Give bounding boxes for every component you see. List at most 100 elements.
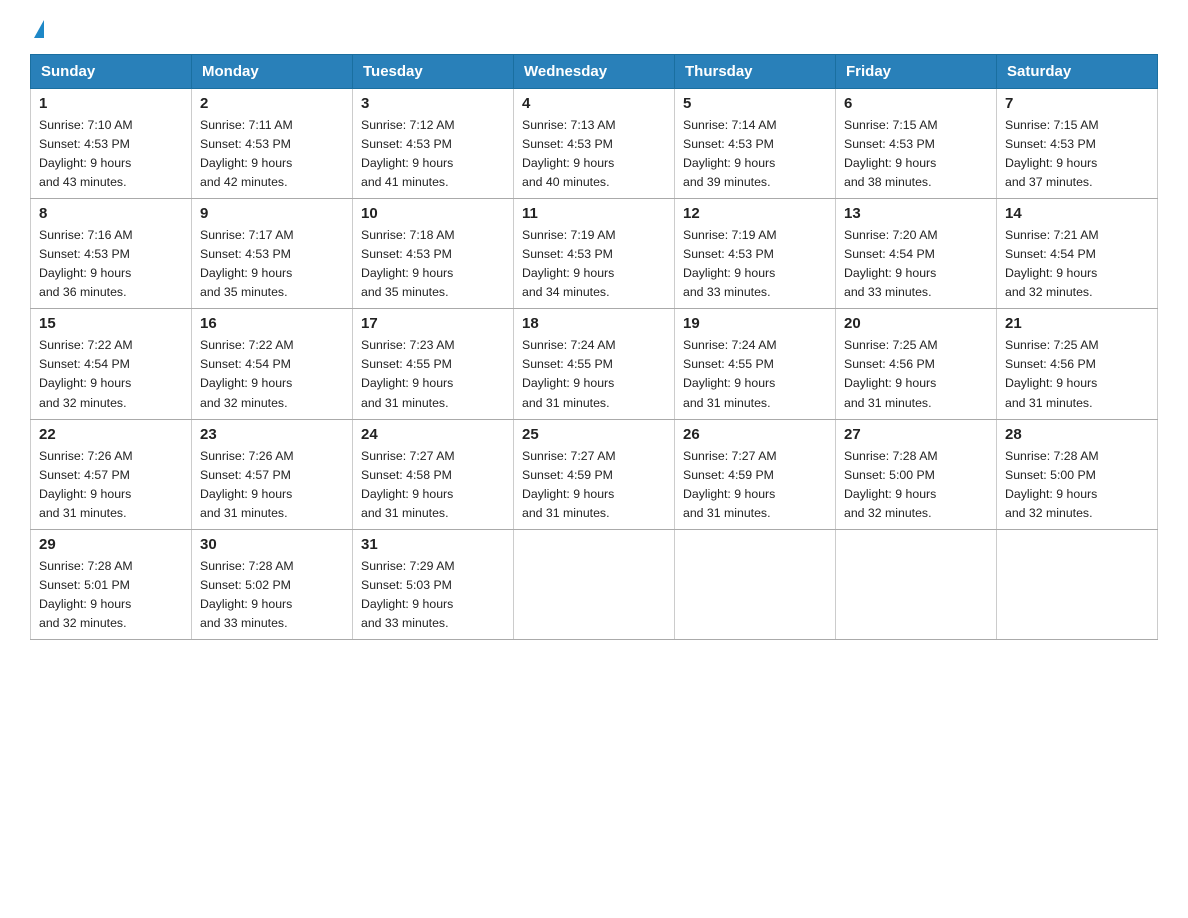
day-number: 1	[39, 95, 183, 112]
day-info: Sunrise: 7:25 AMSunset: 4:56 PMDaylight:…	[844, 338, 938, 409]
day-number: 4	[522, 95, 666, 112]
day-info: Sunrise: 7:25 AMSunset: 4:56 PMDaylight:…	[1005, 338, 1099, 409]
day-info: Sunrise: 7:10 AMSunset: 4:53 PMDaylight:…	[39, 118, 133, 189]
day-info: Sunrise: 7:17 AMSunset: 4:53 PMDaylight:…	[200, 228, 294, 299]
day-of-week-header: Sunday	[31, 55, 192, 89]
day-info: Sunrise: 7:11 AMSunset: 4:53 PMDaylight:…	[200, 118, 293, 189]
day-info: Sunrise: 7:28 AMSunset: 5:00 PMDaylight:…	[844, 449, 938, 520]
calendar-day-cell	[836, 529, 997, 639]
day-info: Sunrise: 7:27 AMSunset: 4:58 PMDaylight:…	[361, 449, 455, 520]
day-info: Sunrise: 7:18 AMSunset: 4:53 PMDaylight:…	[361, 228, 455, 299]
calendar-day-cell: 28 Sunrise: 7:28 AMSunset: 5:00 PMDaylig…	[997, 419, 1158, 529]
calendar-day-cell: 10 Sunrise: 7:18 AMSunset: 4:53 PMDaylig…	[353, 199, 514, 309]
day-info: Sunrise: 7:14 AMSunset: 4:53 PMDaylight:…	[683, 118, 777, 189]
calendar-day-cell: 3 Sunrise: 7:12 AMSunset: 4:53 PMDayligh…	[353, 89, 514, 199]
calendar-day-cell: 9 Sunrise: 7:17 AMSunset: 4:53 PMDayligh…	[192, 199, 353, 309]
day-number: 23	[200, 426, 344, 443]
day-number: 25	[522, 426, 666, 443]
day-info: Sunrise: 7:28 AMSunset: 5:00 PMDaylight:…	[1005, 449, 1099, 520]
day-info: Sunrise: 7:26 AMSunset: 4:57 PMDaylight:…	[200, 449, 294, 520]
day-of-week-header: Friday	[836, 55, 997, 89]
calendar-day-cell: 2 Sunrise: 7:11 AMSunset: 4:53 PMDayligh…	[192, 89, 353, 199]
logo-triangle-icon	[34, 20, 44, 38]
day-info: Sunrise: 7:27 AMSunset: 4:59 PMDaylight:…	[683, 449, 777, 520]
logo	[30, 20, 44, 36]
calendar-day-cell: 20 Sunrise: 7:25 AMSunset: 4:56 PMDaylig…	[836, 309, 997, 419]
day-number: 15	[39, 315, 183, 332]
day-number: 19	[683, 315, 827, 332]
calendar-table: SundayMondayTuesdayWednesdayThursdayFrid…	[30, 54, 1158, 640]
day-number: 18	[522, 315, 666, 332]
calendar-day-cell: 18 Sunrise: 7:24 AMSunset: 4:55 PMDaylig…	[514, 309, 675, 419]
day-number: 22	[39, 426, 183, 443]
day-number: 29	[39, 536, 183, 553]
calendar-day-cell: 27 Sunrise: 7:28 AMSunset: 5:00 PMDaylig…	[836, 419, 997, 529]
day-info: Sunrise: 7:28 AMSunset: 5:01 PMDaylight:…	[39, 559, 133, 630]
calendar-day-cell: 4 Sunrise: 7:13 AMSunset: 4:53 PMDayligh…	[514, 89, 675, 199]
calendar-day-cell: 11 Sunrise: 7:19 AMSunset: 4:53 PMDaylig…	[514, 199, 675, 309]
day-number: 17	[361, 315, 505, 332]
calendar-day-cell: 7 Sunrise: 7:15 AMSunset: 4:53 PMDayligh…	[997, 89, 1158, 199]
day-info: Sunrise: 7:26 AMSunset: 4:57 PMDaylight:…	[39, 449, 133, 520]
calendar-week-row: 29 Sunrise: 7:28 AMSunset: 5:01 PMDaylig…	[31, 529, 1158, 639]
day-number: 24	[361, 426, 505, 443]
day-number: 11	[522, 205, 666, 222]
calendar-day-cell: 23 Sunrise: 7:26 AMSunset: 4:57 PMDaylig…	[192, 419, 353, 529]
day-number: 28	[1005, 426, 1149, 443]
day-info: Sunrise: 7:23 AMSunset: 4:55 PMDaylight:…	[361, 338, 455, 409]
day-of-week-header: Tuesday	[353, 55, 514, 89]
day-info: Sunrise: 7:29 AMSunset: 5:03 PMDaylight:…	[361, 559, 455, 630]
day-number: 10	[361, 205, 505, 222]
calendar-day-cell: 1 Sunrise: 7:10 AMSunset: 4:53 PMDayligh…	[31, 89, 192, 199]
day-number: 13	[844, 205, 988, 222]
day-number: 16	[200, 315, 344, 332]
day-info: Sunrise: 7:15 AMSunset: 4:53 PMDaylight:…	[1005, 118, 1099, 189]
calendar-day-cell: 15 Sunrise: 7:22 AMSunset: 4:54 PMDaylig…	[31, 309, 192, 419]
day-info: Sunrise: 7:13 AMSunset: 4:53 PMDaylight:…	[522, 118, 616, 189]
day-info: Sunrise: 7:22 AMSunset: 4:54 PMDaylight:…	[200, 338, 294, 409]
day-number: 12	[683, 205, 827, 222]
calendar-day-cell: 22 Sunrise: 7:26 AMSunset: 4:57 PMDaylig…	[31, 419, 192, 529]
calendar-day-cell: 13 Sunrise: 7:20 AMSunset: 4:54 PMDaylig…	[836, 199, 997, 309]
day-info: Sunrise: 7:21 AMSunset: 4:54 PMDaylight:…	[1005, 228, 1099, 299]
calendar-day-cell: 21 Sunrise: 7:25 AMSunset: 4:56 PMDaylig…	[997, 309, 1158, 419]
calendar-day-cell: 26 Sunrise: 7:27 AMSunset: 4:59 PMDaylig…	[675, 419, 836, 529]
day-number: 2	[200, 95, 344, 112]
day-info: Sunrise: 7:19 AMSunset: 4:53 PMDaylight:…	[522, 228, 616, 299]
day-info: Sunrise: 7:12 AMSunset: 4:53 PMDaylight:…	[361, 118, 455, 189]
calendar-week-row: 8 Sunrise: 7:16 AMSunset: 4:53 PMDayligh…	[31, 199, 1158, 309]
day-number: 20	[844, 315, 988, 332]
calendar-day-cell: 6 Sunrise: 7:15 AMSunset: 4:53 PMDayligh…	[836, 89, 997, 199]
day-number: 26	[683, 426, 827, 443]
day-info: Sunrise: 7:16 AMSunset: 4:53 PMDaylight:…	[39, 228, 133, 299]
calendar-day-cell: 14 Sunrise: 7:21 AMSunset: 4:54 PMDaylig…	[997, 199, 1158, 309]
day-number: 9	[200, 205, 344, 222]
calendar-day-cell: 29 Sunrise: 7:28 AMSunset: 5:01 PMDaylig…	[31, 529, 192, 639]
day-of-week-header: Monday	[192, 55, 353, 89]
day-number: 30	[200, 536, 344, 553]
calendar-day-cell: 31 Sunrise: 7:29 AMSunset: 5:03 PMDaylig…	[353, 529, 514, 639]
day-of-week-header: Wednesday	[514, 55, 675, 89]
day-info: Sunrise: 7:24 AMSunset: 4:55 PMDaylight:…	[522, 338, 616, 409]
day-info: Sunrise: 7:19 AMSunset: 4:53 PMDaylight:…	[683, 228, 777, 299]
calendar-day-cell: 25 Sunrise: 7:27 AMSunset: 4:59 PMDaylig…	[514, 419, 675, 529]
calendar-day-cell: 24 Sunrise: 7:27 AMSunset: 4:58 PMDaylig…	[353, 419, 514, 529]
calendar-day-cell: 12 Sunrise: 7:19 AMSunset: 4:53 PMDaylig…	[675, 199, 836, 309]
calendar-day-cell: 8 Sunrise: 7:16 AMSunset: 4:53 PMDayligh…	[31, 199, 192, 309]
calendar-week-row: 22 Sunrise: 7:26 AMSunset: 4:57 PMDaylig…	[31, 419, 1158, 529]
calendar-day-cell: 5 Sunrise: 7:14 AMSunset: 4:53 PMDayligh…	[675, 89, 836, 199]
calendar-day-cell: 30 Sunrise: 7:28 AMSunset: 5:02 PMDaylig…	[192, 529, 353, 639]
day-info: Sunrise: 7:20 AMSunset: 4:54 PMDaylight:…	[844, 228, 938, 299]
calendar-day-cell: 16 Sunrise: 7:22 AMSunset: 4:54 PMDaylig…	[192, 309, 353, 419]
calendar-day-cell: 19 Sunrise: 7:24 AMSunset: 4:55 PMDaylig…	[675, 309, 836, 419]
calendar-week-row: 1 Sunrise: 7:10 AMSunset: 4:53 PMDayligh…	[31, 89, 1158, 199]
day-info: Sunrise: 7:28 AMSunset: 5:02 PMDaylight:…	[200, 559, 294, 630]
day-number: 31	[361, 536, 505, 553]
day-number: 27	[844, 426, 988, 443]
calendar-day-cell	[514, 529, 675, 639]
day-number: 6	[844, 95, 988, 112]
calendar-header-row: SundayMondayTuesdayWednesdayThursdayFrid…	[31, 55, 1158, 89]
page-header	[30, 20, 1158, 36]
calendar-day-cell	[997, 529, 1158, 639]
calendar-day-cell	[675, 529, 836, 639]
